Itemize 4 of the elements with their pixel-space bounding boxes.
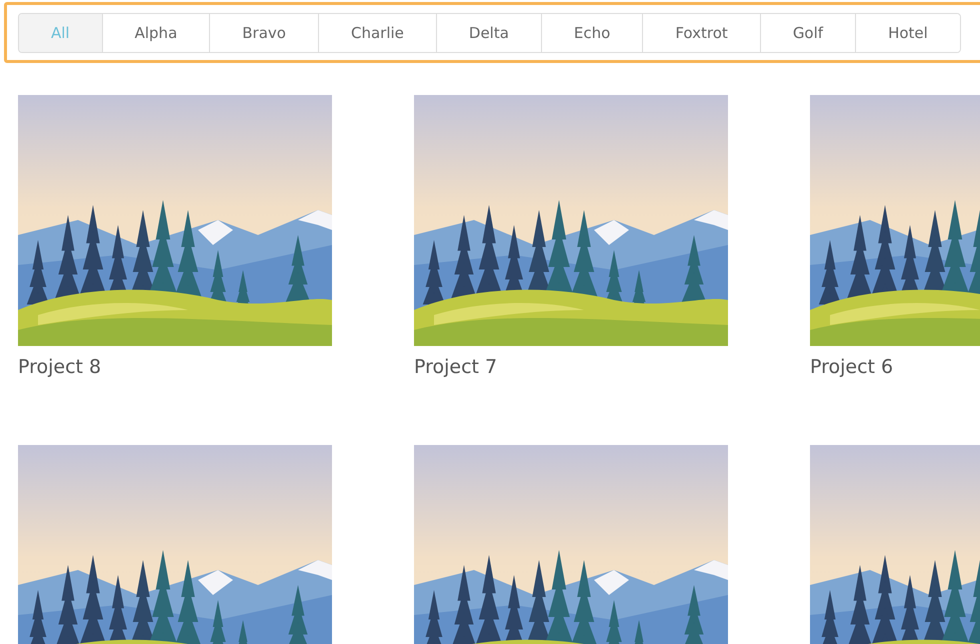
project-title: Project 7 bbox=[414, 356, 498, 378]
filter-tab[interactable]: Hotel bbox=[855, 14, 960, 52]
project-title: Project 8 bbox=[18, 356, 102, 378]
project-title: Project 6 bbox=[810, 356, 894, 378]
